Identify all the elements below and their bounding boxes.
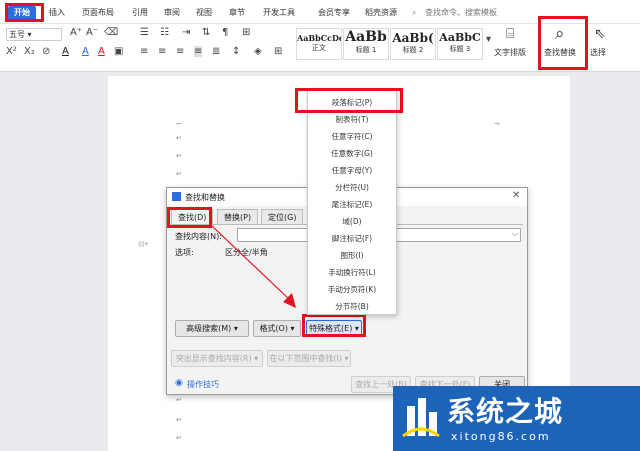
arrow-line (211, 225, 291, 301)
watermark-site: xitong86.com (451, 430, 551, 443)
watermark-brand: 系统之城 (447, 395, 564, 428)
watermark: 系统之城 xitong86.com (393, 386, 640, 451)
annotation-arrow (211, 225, 296, 308)
logo-icon (402, 398, 440, 438)
